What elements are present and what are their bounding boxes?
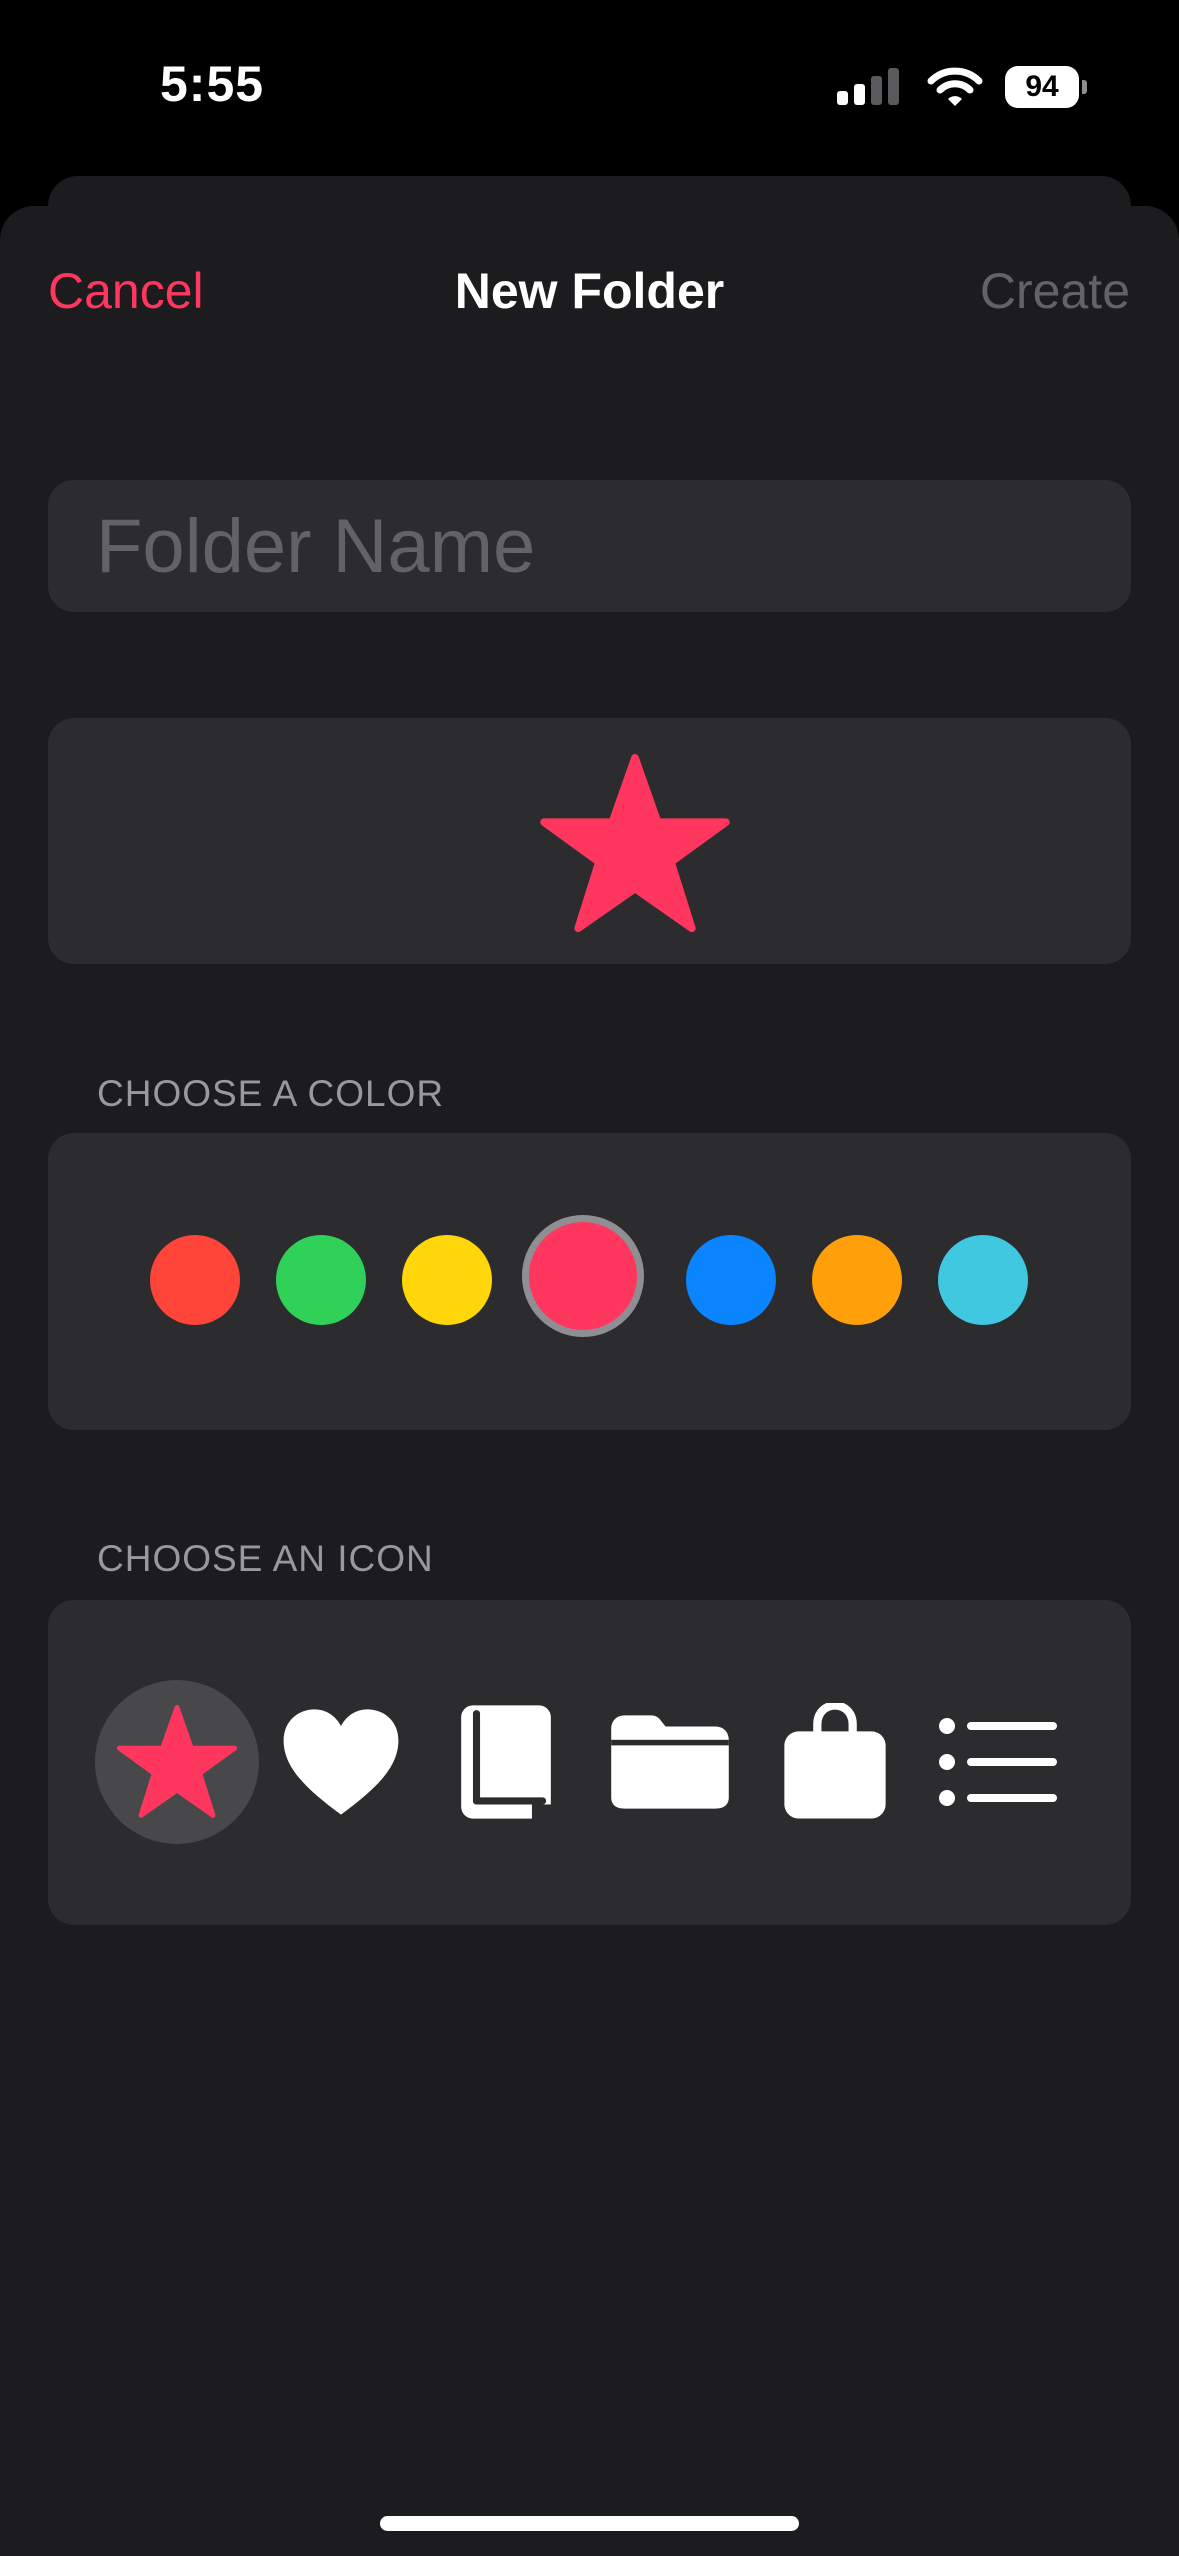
color-swatch-orange[interactable] xyxy=(812,1235,902,1325)
color-swatch-pink-selected[interactable] xyxy=(522,1215,644,1337)
status-time: 5:55 xyxy=(160,56,265,112)
create-button[interactable]: Create xyxy=(980,262,1130,320)
icon-option-list[interactable] xyxy=(917,1680,1081,1844)
color-swatch-red[interactable] xyxy=(150,1235,240,1325)
color-swatch-green[interactable] xyxy=(276,1235,366,1325)
color-swatch-yellow[interactable] xyxy=(402,1235,492,1325)
icon-option-folder[interactable] xyxy=(588,1680,752,1844)
icon-option-star[interactable] xyxy=(95,1680,259,1844)
color-picker xyxy=(48,1133,1131,1430)
heart-icon xyxy=(283,1709,399,1815)
icon-option-heart[interactable] xyxy=(259,1680,423,1844)
battery-indicator: 94 xyxy=(1005,66,1087,108)
new-folder-screen: 5:55 94 Cancel New Folder Create CHOOSE … xyxy=(0,0,1179,2556)
cellular-signal-icon xyxy=(837,68,899,105)
folder-icon-preview xyxy=(48,718,1131,964)
choose-color-header: CHOOSE A COLOR xyxy=(97,1073,445,1114)
bag-icon xyxy=(784,1703,886,1819)
battery-level: 94 xyxy=(1025,70,1059,103)
folder-name-input[interactable] xyxy=(48,480,1131,612)
list-icon xyxy=(939,1718,1057,1806)
folder-icon xyxy=(611,1715,729,1809)
color-swatch-blue[interactable] xyxy=(686,1235,776,1325)
icon-option-bag[interactable] xyxy=(753,1680,917,1844)
status-icons: 94 xyxy=(835,62,1087,112)
star-icon xyxy=(540,754,730,933)
home-indicator[interactable] xyxy=(380,2516,799,2531)
icon-picker xyxy=(48,1600,1131,1925)
color-swatch-cyan[interactable] xyxy=(938,1235,1028,1325)
book-icon xyxy=(461,1705,554,1821)
star-icon xyxy=(117,1705,237,1818)
icon-option-book[interactable] xyxy=(424,1680,588,1844)
wifi-icon xyxy=(927,67,983,106)
choose-icon-header: CHOOSE AN ICON xyxy=(97,1538,434,1579)
